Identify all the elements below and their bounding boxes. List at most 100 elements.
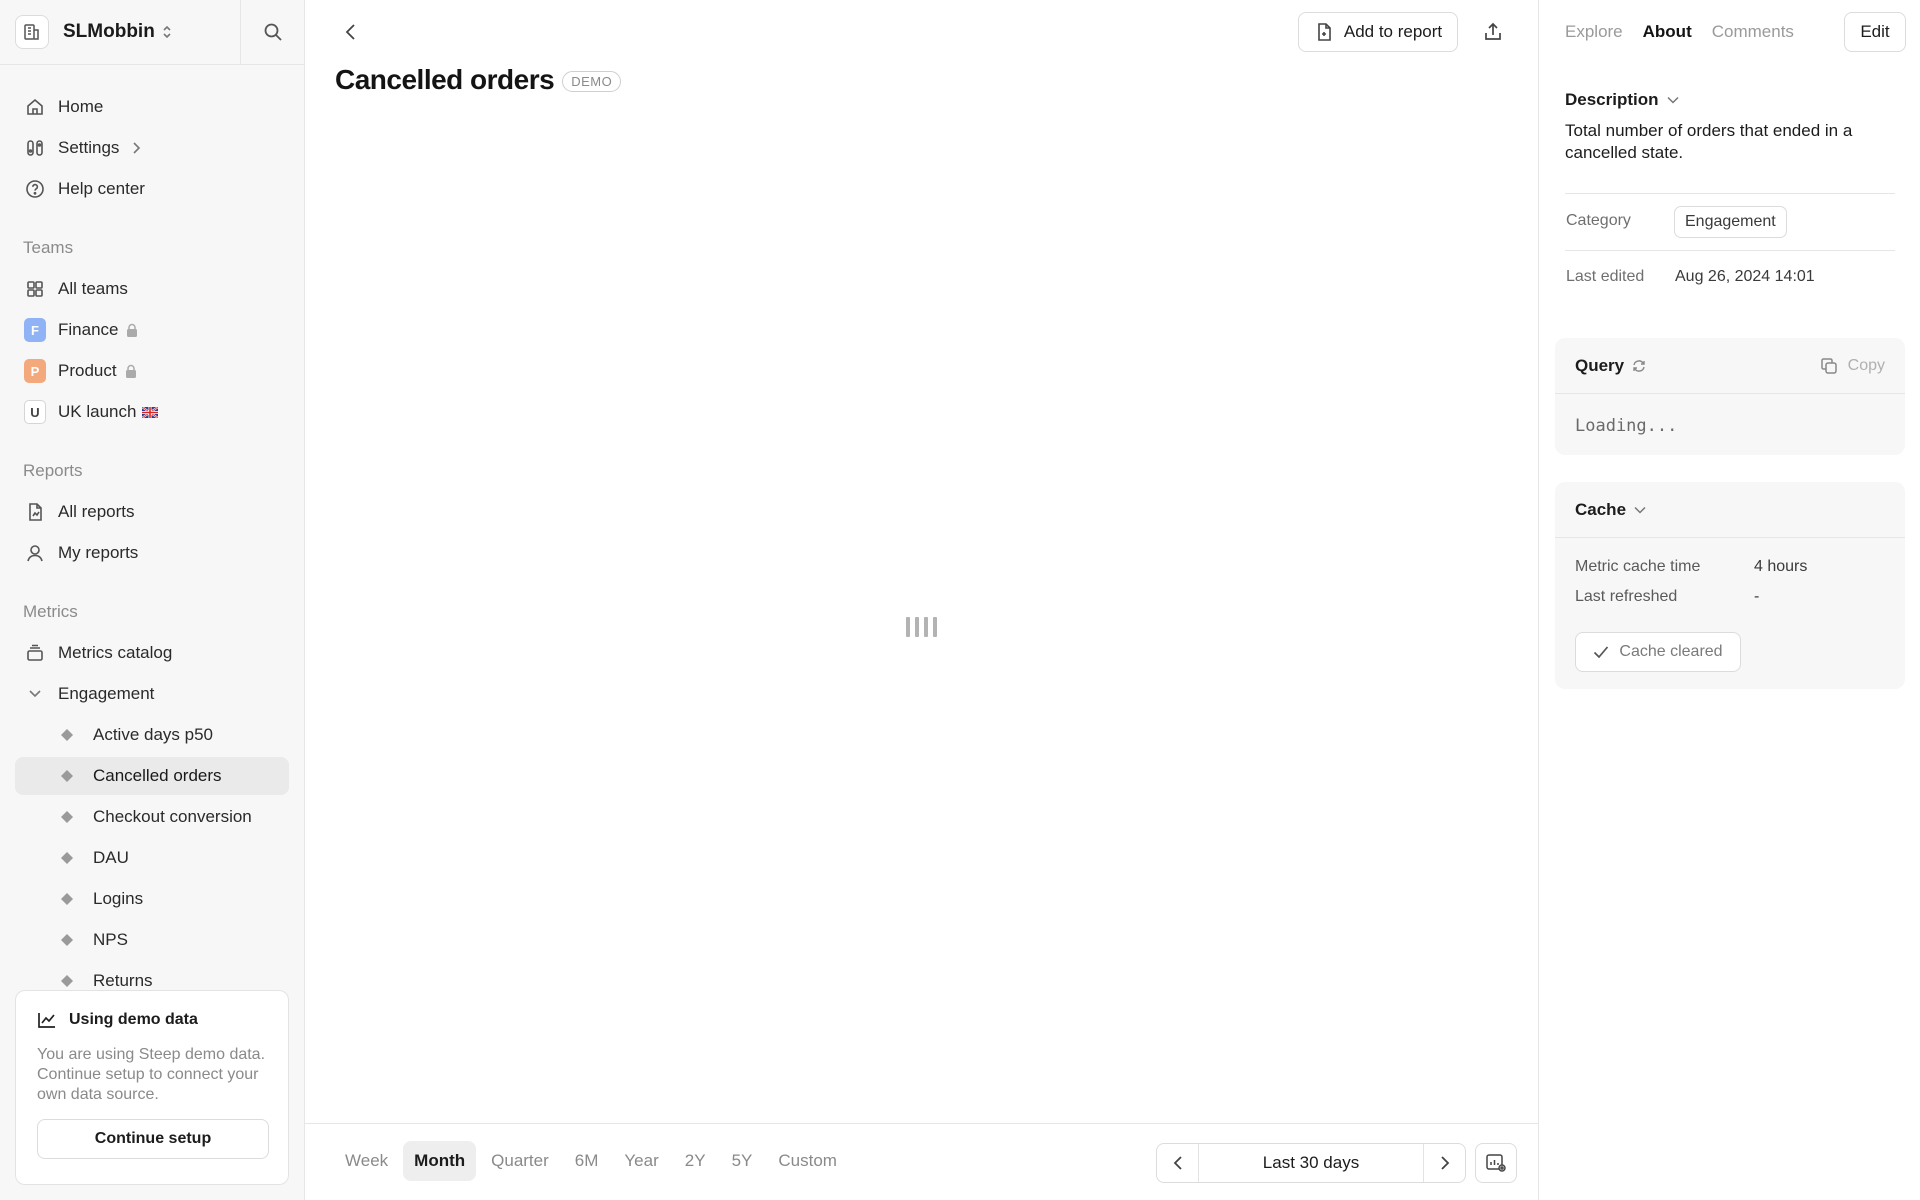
range-tab-6m[interactable]: 6M: [564, 1141, 610, 1181]
sidebar: SLMobbin Home Settings Help center Teams: [0, 0, 305, 1200]
tab-explore[interactable]: Explore: [1565, 22, 1623, 42]
building-icon: [15, 15, 49, 49]
chevron-right-icon: [131, 141, 141, 155]
chevron-down-icon: [1667, 96, 1679, 104]
chevron-down-icon: [24, 683, 46, 705]
range-tab-5y[interactable]: 5Y: [721, 1141, 764, 1181]
tab-about[interactable]: About: [1643, 22, 1692, 42]
cache-card: Cache Metric cache time 4 hours Last ref…: [1555, 482, 1905, 689]
check-icon: [1594, 646, 1609, 659]
range-tab-year[interactable]: Year: [613, 1141, 669, 1181]
range-tab-month[interactable]: Month: [403, 1141, 477, 1181]
tab-comments[interactable]: Comments: [1712, 22, 1794, 42]
last-edited-value: Aug 26, 2024 14:01: [1675, 268, 1815, 285]
sidebar-item-metric[interactable]: DAU: [15, 839, 289, 877]
sidebar-item-metric[interactable]: NPS: [15, 921, 289, 959]
divider: [1565, 250, 1895, 251]
diamond-icon: [61, 852, 73, 864]
sidebar-item-team-uk-launch[interactable]: U UK launch: [15, 393, 289, 431]
demo-card-text: You are using Steep demo data. Continue …: [37, 1046, 266, 1103]
query-code: Loading...: [1575, 416, 1678, 436]
chart-settings-icon: [1486, 1154, 1506, 1172]
team-badge: F: [24, 318, 46, 342]
sidebar-item-label: DAU: [93, 848, 129, 867]
sidebar-item-metric[interactable]: Logins: [15, 880, 289, 918]
sidebar-item-label: Product: [58, 361, 117, 380]
grid-icon: [24, 278, 46, 300]
section-label-teams: Teams: [23, 238, 74, 257]
diamond-icon: [61, 893, 73, 905]
divider: [1565, 193, 1895, 194]
add-to-report-label: Add to report: [1343, 22, 1443, 41]
sidebar-group-engagement[interactable]: Engagement: [15, 675, 289, 713]
section-label-reports: Reports: [23, 461, 83, 480]
diamond-icon: [61, 811, 73, 823]
chevron-down-icon: [1634, 506, 1646, 514]
sidebar-item-label: All teams: [58, 279, 128, 298]
sidebar-item-help-center[interactable]: Help center: [15, 170, 289, 208]
range-tab-quarter[interactable]: Quarter: [480, 1141, 560, 1181]
sidebar-item-label: Metrics catalog: [58, 643, 173, 662]
diamond-icon: [61, 934, 73, 946]
continue-setup-button[interactable]: Continue setup: [37, 1119, 269, 1159]
sidebar-item-label: Home: [58, 97, 104, 116]
range-tab-custom[interactable]: Custom: [767, 1141, 848, 1181]
range-tab-week[interactable]: Week: [334, 1141, 399, 1181]
workspace-bar: SLMobbin: [0, 0, 304, 65]
sidebar-item-label: Settings: [58, 138, 120, 157]
range-tab-2y[interactable]: 2Y: [674, 1141, 717, 1181]
previous-period-button[interactable]: [1157, 1144, 1199, 1182]
report-icon: [24, 501, 46, 523]
last-refreshed-label: Last refreshed: [1575, 588, 1678, 605]
chart-settings-button[interactable]: [1475, 1143, 1517, 1183]
add-to-report-button[interactable]: Add to report: [1298, 12, 1458, 52]
sidebar-item-metric[interactable]: Active days p50: [15, 716, 289, 754]
category-label: Category: [1566, 212, 1631, 229]
cache-toggle[interactable]: Cache: [1555, 482, 1905, 538]
sidebar-item-my-reports[interactable]: My reports: [15, 534, 289, 572]
team-badge: U: [24, 400, 46, 424]
query-title: Query: [1575, 355, 1625, 375]
last-refreshed-value: -: [1754, 588, 1760, 605]
sidebar-item-label: NPS: [93, 930, 128, 949]
sidebar-item-label: Returns: [93, 971, 153, 990]
home-icon: [24, 96, 46, 118]
search-button[interactable]: [241, 0, 304, 65]
sidebar-item-metric-active[interactable]: Cancelled orders: [15, 757, 289, 795]
sidebar-item-label: Logins: [93, 889, 144, 908]
category-chip[interactable]: Engagement: [1674, 206, 1787, 238]
description-text: Total number of orders that ended in a c…: [1565, 121, 1853, 162]
next-period-button[interactable]: [1423, 1144, 1465, 1182]
page-title: Cancelled orders: [335, 64, 555, 95]
query-card: Query Copy Loading...: [1555, 338, 1905, 455]
sidebar-item-label: Checkout conversion: [93, 807, 252, 826]
date-navigator: Last 30 days: [1156, 1143, 1466, 1183]
sidebar-item-label: Active days p50: [93, 725, 214, 744]
sidebar-item-all-teams[interactable]: All teams: [15, 270, 289, 308]
sidebar-item-settings[interactable]: Settings: [15, 129, 289, 167]
share-button[interactable]: [1473, 14, 1513, 50]
search-icon: [264, 23, 282, 41]
help-icon: [24, 178, 46, 200]
sidebar-item-team-finance[interactable]: F Finance: [15, 311, 289, 349]
sidebar-item-label: Cancelled orders: [93, 766, 222, 785]
line-chart-icon: [38, 1013, 55, 1028]
sidebar-item-metrics-catalog[interactable]: Metrics catalog: [15, 634, 289, 672]
copy-button[interactable]: Copy: [1820, 357, 1885, 375]
description-toggle[interactable]: Description: [1565, 90, 1679, 110]
copy-icon: [1820, 357, 1837, 374]
edit-button[interactable]: Edit: [1844, 12, 1906, 52]
period-label[interactable]: Last 30 days: [1199, 1153, 1423, 1173]
sidebar-item-home[interactable]: Home: [15, 88, 289, 126]
cache-time-value: 4 hours: [1754, 558, 1808, 575]
refresh-icon[interactable]: [1632, 359, 1646, 373]
catalog-icon: [24, 642, 46, 664]
chevron-left-icon: [1173, 1156, 1182, 1170]
back-button[interactable]: [331, 18, 371, 46]
sidebar-item-all-reports[interactable]: All reports: [15, 493, 289, 531]
cache-cleared-button[interactable]: Cache cleared: [1575, 632, 1741, 672]
sidebar-item-metric[interactable]: Checkout conversion: [15, 798, 289, 836]
sidebar-item-team-product[interactable]: P Product: [15, 352, 289, 390]
panel-tabs: Explore About Comments: [1565, 22, 1794, 42]
workspace-switcher[interactable]: SLMobbin: [0, 0, 241, 65]
